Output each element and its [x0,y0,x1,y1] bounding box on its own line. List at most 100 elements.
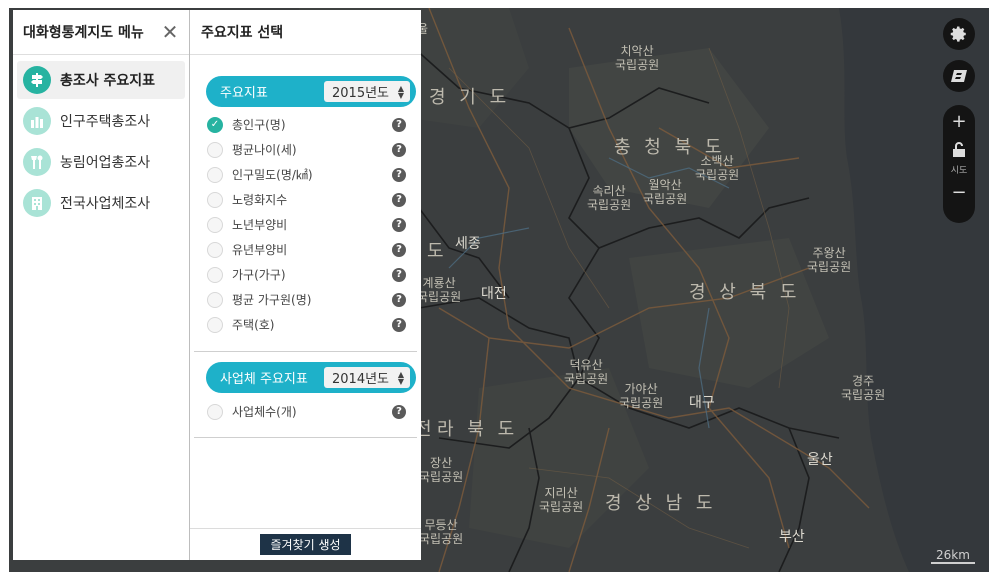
help-icon[interactable]: ? [392,117,406,132]
map-label-ulsan: 울산 [807,452,833,468]
signpost-icon [23,66,51,94]
indicator-household-size[interactable]: 평균 가구원(명) ? [206,287,416,312]
layers-button[interactable] [943,60,975,92]
indicator-youth-dependency[interactable]: 유년부양비 ? [206,237,416,262]
indicator-households[interactable]: 가구(가구) ? [206,262,416,287]
map-label-deogyusan: 덕유산 국립공원 [564,358,609,386]
menu-item-business[interactable]: 전국사업체조사 [17,184,185,222]
map-label-chiaksan: 치악산 국립공원 [615,44,660,72]
indicator-label: 평균나이(세) [232,143,297,157]
close-icon[interactable]: ✕ [159,22,181,42]
create-favorite-button[interactable]: 즐겨찾기 생성 [260,534,351,555]
map-label-gayasan: 가야산 국립공원 [619,382,664,410]
help-icon[interactable]: ? [392,142,406,157]
section-divider [194,437,417,438]
help-icon[interactable]: ? [392,404,406,419]
menu-item-label: 전국사업체조사 [60,196,151,212]
main-indicator-list: ✓ 총인구(명) ? 평균나이(세) ? 인구밀도(명/㎢) ? 노령화지수 ? [206,112,416,337]
menu-item-census-indicators[interactable]: 총조사 주요지표 [17,61,185,99]
radio-button[interactable] [207,291,223,308]
section-divider [194,351,417,352]
help-icon[interactable]: ? [392,317,406,332]
menu-item-agriculture[interactable]: 농림어업총조사 [17,143,185,181]
business-indicator-section: 사업체 주요지표 2014년도 ▲ ▼ 사업체수(개) ? [190,362,421,424]
map-label-gyeongnam: 경 상 남 도 [605,493,717,514]
help-icon[interactable]: ? [392,167,406,182]
lock-button[interactable] [943,137,975,163]
map-label-sobaeksan: 소백산 국립공원 [695,154,740,182]
help-icon[interactable]: ? [392,192,406,207]
indicator-label: 노령화지수 [232,193,288,207]
radio-button[interactable] [207,191,223,208]
map-label-gyeryongsan: 계룡산 국립공원 [417,276,462,304]
menu-item-label: 총조사 주요지표 [60,73,156,89]
indicator-label: 평균 가구원(명) [232,293,312,307]
radio-button[interactable] [207,166,223,183]
help-icon[interactable]: ? [392,242,406,257]
menu-panel: 대화형통계지도 메뉴 ✕ 총조사 주요지표 인구주택총조사 농림어업총조사 전국… [13,10,189,560]
farm-tools-icon [23,148,51,176]
map-label-gyeonggi: 경 기 도 [429,87,511,108]
business-indicator-header: 사업체 주요지표 2014년도 ▲ ▼ [206,362,416,393]
settings-button[interactable] [943,18,975,50]
map-label-sejong: 세종 [455,236,481,252]
main-year-select[interactable]: 2015년도 ▲ ▼ [324,81,410,102]
indicator-label: 사업체수(개) [232,405,297,419]
map-label-woraksan: 월악산 국립공원 [643,178,688,206]
business-year-select[interactable]: 2014년도 ▲ ▼ [324,367,410,388]
radio-button[interactable] [207,216,223,233]
indicator-panel-footer: 즐겨찾기 생성 [190,528,421,560]
map-label-chungnam: 도 [427,241,448,262]
business-indicator-label: 사업체 주요지표 [220,372,308,387]
indicator-panel-title: 주요지표 선택 [201,25,284,41]
map-label-mudeungsan: 무등산 국립공원 [419,518,464,546]
check-icon[interactable]: ✓ [207,116,223,133]
help-icon[interactable]: ? [392,292,406,307]
radio-button[interactable] [207,241,223,258]
radio-button[interactable] [207,141,223,158]
map-label-songnisan: 속리산 국립공원 [587,184,632,212]
minus-icon: − [951,181,967,203]
bar-chart-icon [23,107,51,135]
menu-panel-header: 대화형통계지도 메뉴 ✕ [13,10,189,55]
main-year-value: 2015년도 [332,86,390,101]
radio-button[interactable] [207,403,223,420]
zoom-level-label: 시도 [950,166,968,176]
help-icon[interactable]: ? [392,267,406,282]
indicator-housing[interactable]: 주택(호) ? [206,312,416,337]
map-scale-bar: 26km [931,548,975,564]
layers-icon [943,60,975,92]
radio-button[interactable] [207,316,223,333]
indicator-aging-index[interactable]: 노령화지수 ? [206,187,416,212]
radio-button[interactable] [207,266,223,283]
main-indicator-section: 주요지표 2015년도 ▲ ▼ ✓ 총인구(명) ? 평균나이(세) ? 인구밀도… [190,76,421,337]
indicator-label: 유년부양비 [232,243,288,257]
building-icon [23,189,51,217]
map-label-naejangsan: 장산 국립공원 [419,456,464,484]
help-icon[interactable]: ? [392,217,406,232]
menu-item-population-housing[interactable]: 인구주택총조사 [17,102,185,140]
menu-item-label: 농림어업총조사 [60,155,151,171]
map-label-jeonbuk: 라 북 도 [437,419,519,440]
indicator-total-population[interactable]: ✓ 총인구(명) ? [206,112,416,137]
indicator-business-count[interactable]: 사업체수(개) ? [206,399,416,424]
indicator-panel-header: 주요지표 선택 [190,10,421,55]
indicator-elderly-dependency[interactable]: 노년부양비 ? [206,212,416,237]
menu-list: 총조사 주요지표 인구주택총조사 농림어업총조사 전국사업체조사 [13,61,189,222]
plus-icon: + [951,110,967,132]
zoom-in-button[interactable]: + [943,105,975,137]
map-label-gyeongbuk: 경 상 북 도 [689,282,801,303]
indicator-label: 주택(호) [232,318,275,332]
map-label-daejeon: 대전 [481,286,507,302]
menu-panel-title: 대화형통계지도 메뉴 [23,25,144,41]
gear-icon [943,18,975,50]
main-indicator-header: 주요지표 2015년도 ▲ ▼ [206,76,416,107]
zoom-out-button[interactable]: − [943,176,975,208]
indicator-label: 인구밀도(명/㎢) [232,168,313,182]
indicator-average-age[interactable]: 평균나이(세) ? [206,137,416,162]
indicator-label: 가구(가구) [232,268,286,282]
indicator-label: 총인구(명) [232,118,286,132]
indicator-population-density[interactable]: 인구밀도(명/㎢) ? [206,162,416,187]
menu-item-label: 인구주택총조사 [60,114,151,130]
business-indicator-list: 사업체수(개) ? [206,399,416,424]
